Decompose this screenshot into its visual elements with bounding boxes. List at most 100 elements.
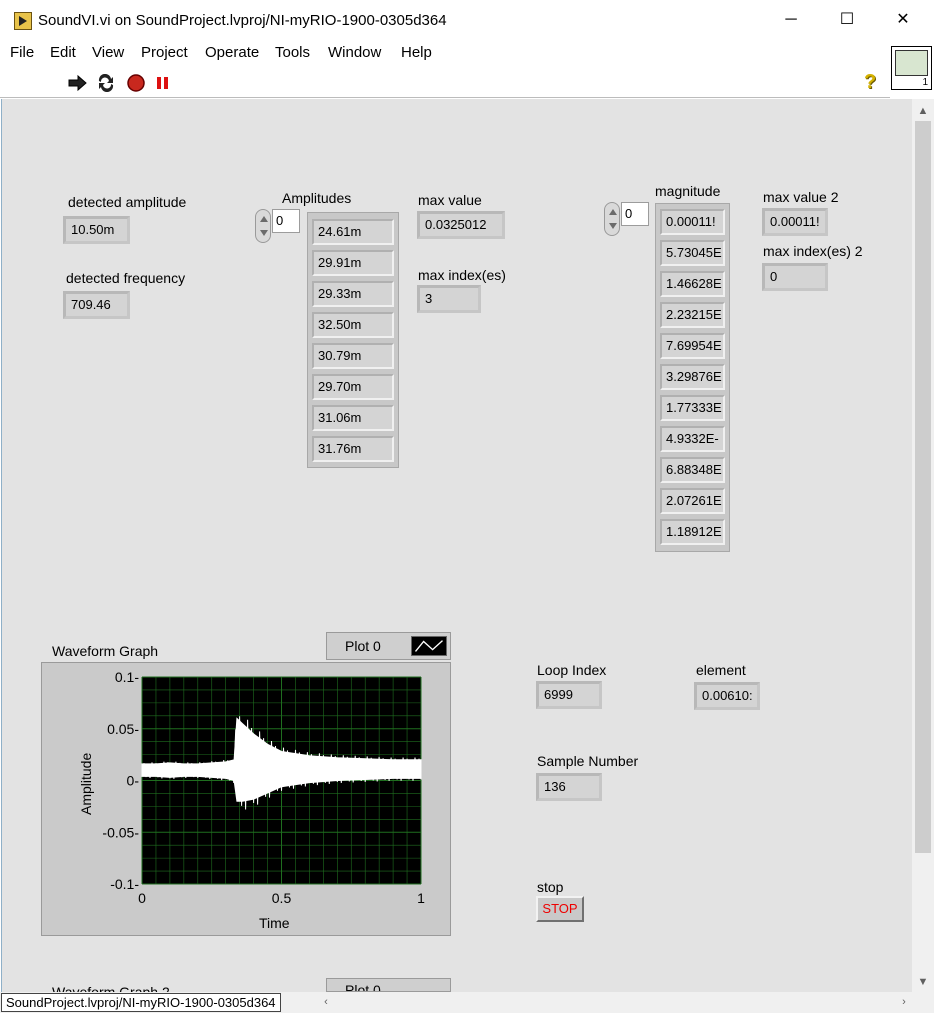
list-item: 29.91m <box>312 250 394 276</box>
index-spinner[interactable] <box>255 209 271 243</box>
horizontal-scrollbar[interactable]: SoundProject.lvproj/NI-myRIO-1900-0305d3… <box>0 992 934 1013</box>
scroll-up-icon[interactable]: ▲ <box>912 101 934 121</box>
menu-view[interactable]: View <box>92 44 124 61</box>
list-item: 24.61m <box>312 219 394 245</box>
spin-down-icon[interactable] <box>260 230 268 236</box>
amplitudes-label: Amplitudes <box>282 190 352 206</box>
minimize-button[interactable]: ─ <box>768 4 814 36</box>
scroll-down-icon[interactable]: ▼ <box>912 972 934 992</box>
max-index-label: max index(es) <box>418 267 506 283</box>
list-item: 3.29876E <box>660 364 725 390</box>
list-item: 6.88348E <box>660 457 725 483</box>
menu-help[interactable]: Help <box>401 44 432 61</box>
max-value-2-label: max value 2 <box>763 189 839 205</box>
max-value-indicator: 0.0325012 <box>417 211 505 239</box>
y-tick-label: 0- <box>127 773 140 789</box>
run-arrow-icon[interactable] <box>68 74 88 92</box>
x-tick-label: 0 <box>138 890 146 906</box>
menu-window[interactable]: Window <box>328 44 381 61</box>
scroll-left-icon[interactable]: ‹ <box>316 992 336 1013</box>
run-continuously-icon[interactable] <box>96 74 116 92</box>
menu-edit[interactable]: Edit <box>50 44 76 61</box>
plot-style-icon <box>411 636 447 656</box>
list-item: 5.73045E <box>660 240 725 266</box>
y-tick-label: -0.05- <box>102 824 139 840</box>
list-item: 1.18912E <box>660 519 725 545</box>
list-item: 32.50m <box>312 312 394 338</box>
x-tick-label: 0.5 <box>272 890 292 906</box>
connector-pane[interactable]: 1 <box>891 46 932 90</box>
pause-icon[interactable] <box>154 74 174 92</box>
menu-project[interactable]: Project <box>141 44 188 61</box>
max-index-2-label: max index(es) 2 <box>763 243 863 259</box>
plot-legend-2[interactable]: Plot 0 <box>326 978 451 992</box>
close-button[interactable]: ✕ <box>880 4 926 36</box>
labview-vi-icon <box>14 12 32 30</box>
window-title: SoundVI.vi on SoundProject.lvproj/NI-myR… <box>38 12 447 29</box>
list-item: 1.46628E <box>660 271 725 297</box>
list-item: 31.06m <box>312 405 394 431</box>
amplitudes-index-value[interactable]: 0 <box>272 209 300 233</box>
sample-number-indicator: 136 <box>536 773 602 801</box>
y-tick-label: 0.1- <box>115 669 139 685</box>
max-index-indicator: 3 <box>417 285 481 313</box>
list-item: 30.79m <box>312 343 394 369</box>
maximize-button[interactable]: ☐ <box>824 4 870 36</box>
waveform-graph-title: Waveform Graph <box>52 643 159 659</box>
menu-tools[interactable]: Tools <box>275 44 310 61</box>
title-bar: SoundVI.vi on SoundProject.lvproj/NI-myR… <box>0 0 934 42</box>
amplitudes-array: 24.61m 29.91m 29.33m 32.50m 30.79m 29.70… <box>307 212 399 468</box>
index-spinner[interactable] <box>604 202 620 236</box>
plot-legend-2-name: Plot 0 <box>345 982 381 992</box>
plot-legend[interactable]: Plot 0 <box>326 632 451 660</box>
project-path-status: SoundProject.lvproj/NI-myRIO-1900-0305d3… <box>1 993 281 1012</box>
magnitude-index-value[interactable]: 0 <box>621 202 649 226</box>
waveform-graph-plot: 0.1- 0.05- 0- -0.05- -0.1-0 0.5 1 <box>102 669 425 906</box>
vi-icon <box>895 50 928 76</box>
magnitude-array: 0.00011! 5.73045E 1.46628E 2.23215E 7.69… <box>655 203 730 552</box>
y-tick-label: 0.05- <box>107 721 139 737</box>
spin-down-icon[interactable] <box>609 223 617 229</box>
stop-label: stop <box>537 879 564 895</box>
max-index-2-indicator: 0 <box>762 263 828 291</box>
loop-index-label: Loop Index <box>537 662 607 678</box>
list-item: 31.76m <box>312 436 394 462</box>
scroll-right-icon[interactable]: › <box>894 992 914 1013</box>
element-label: element <box>696 662 746 678</box>
list-item: 1.77333E <box>660 395 725 421</box>
spin-up-icon[interactable] <box>609 209 617 215</box>
vertical-scroll-thumb[interactable] <box>915 121 931 853</box>
list-item: 2.23215E <box>660 302 725 328</box>
context-help-icon[interactable]: ? <box>864 71 884 93</box>
connector-number: 1 <box>922 77 928 88</box>
detected-frequency-label: detected frequency <box>66 270 186 286</box>
max-value-2-indicator: 0.00011! <box>762 208 828 236</box>
sample-number-label: Sample Number <box>537 753 639 769</box>
vertical-scrollbar[interactable]: ▲ ▼ <box>912 99 934 992</box>
y-tick-label: -0.1- <box>110 876 139 892</box>
element-indicator: 0.00610: <box>694 682 760 710</box>
detected-amplitude-indicator: 10.50m <box>63 216 130 244</box>
waveform-graph: 0.1- 0.05- 0- -0.05- -0.1- 0 0.5 1 Amplitude Ti… <box>41 662 451 936</box>
waveform-graph-2-title: Waveform Graph 2 <box>52 984 170 992</box>
toolbar: ? <box>0 66 890 98</box>
detected-frequency-indicator: 709.46 <box>63 291 130 319</box>
x-axis-label: Time <box>259 915 290 931</box>
detected-amplitude-label: detected amplitude <box>68 194 187 210</box>
menu-bar: File Edit View Project Operate Tools Win… <box>0 42 934 66</box>
list-item: 7.69954E <box>660 333 725 359</box>
max-value-label: max value <box>418 192 482 208</box>
x-tick-label: 1 <box>417 890 425 906</box>
y-axis-label: Amplitude <box>78 752 94 815</box>
menu-file[interactable]: File <box>10 44 34 61</box>
list-item: 0.00011! <box>660 209 725 235</box>
spin-up-icon[interactable] <box>260 216 268 222</box>
stop-button[interactable]: STOP <box>536 896 584 922</box>
plot-legend-name: Plot 0 <box>345 638 381 654</box>
list-item: 29.70m <box>312 374 394 400</box>
abort-icon[interactable] <box>126 74 146 92</box>
list-item: 4.9332E- <box>660 426 725 452</box>
list-item: 2.07261E <box>660 488 725 514</box>
menu-operate[interactable]: Operate <box>205 44 259 61</box>
loop-index-indicator: 6999 <box>536 681 602 709</box>
